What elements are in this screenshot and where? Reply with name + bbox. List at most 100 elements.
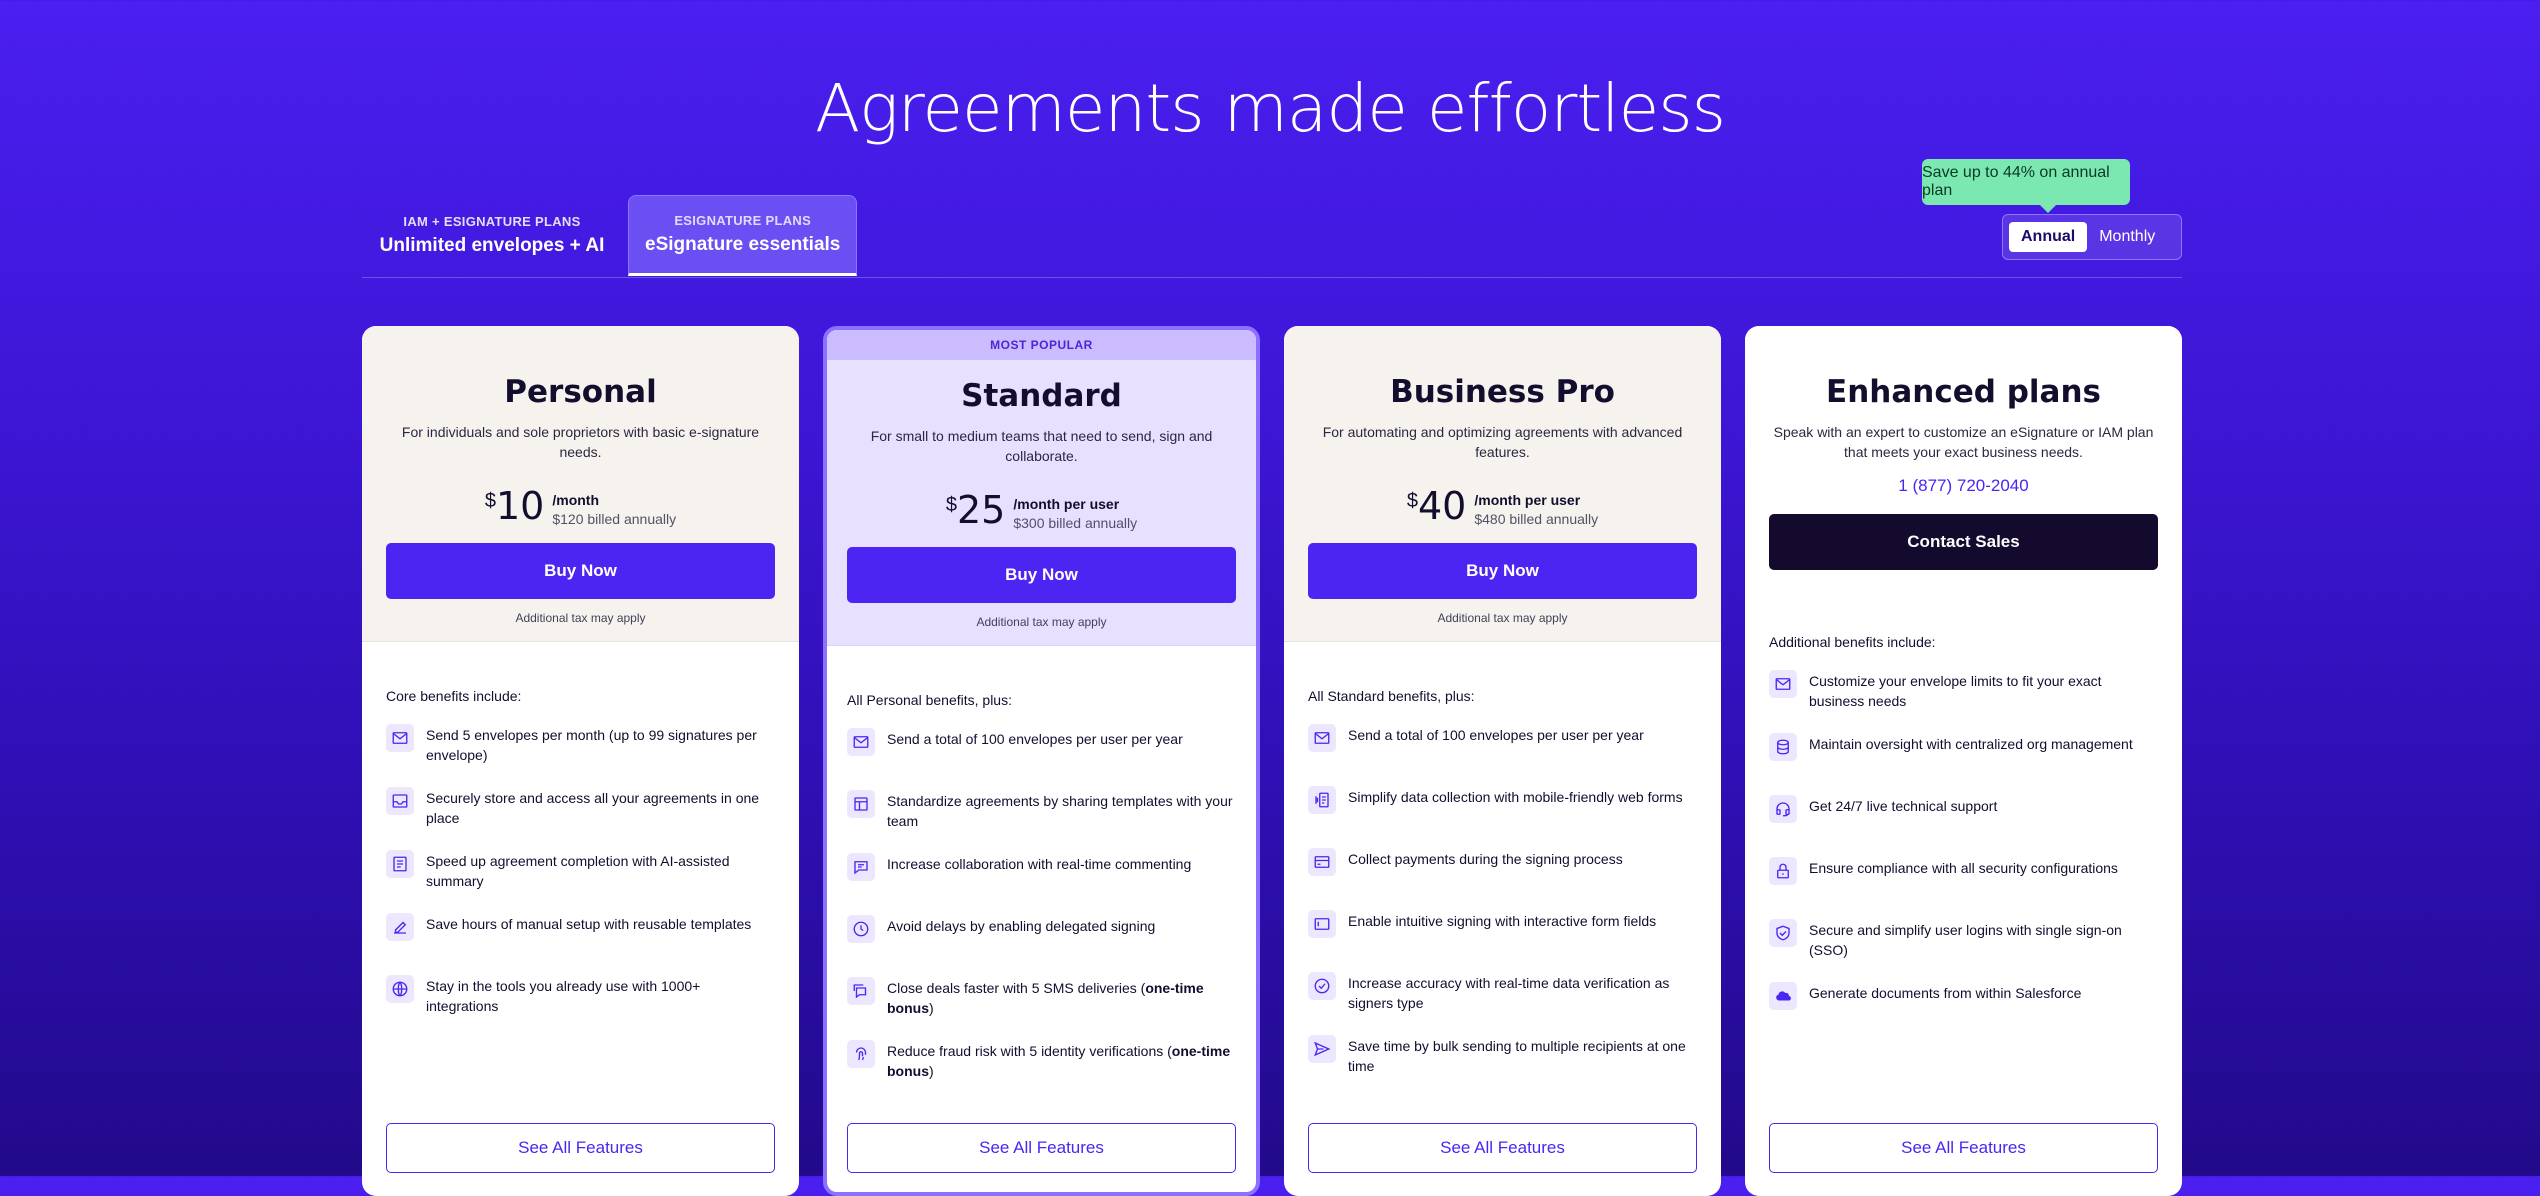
save-badge: Save up to 44% on annual plan bbox=[1922, 159, 2130, 213]
inbox-icon bbox=[386, 787, 414, 815]
tab-esignature[interactable]: ESIGNATURE PLANS eSignature essentials bbox=[628, 195, 858, 276]
database-icon bbox=[1769, 733, 1797, 761]
benefit-item: Stay in the tools you already use with 1… bbox=[386, 975, 775, 1016]
envelope-icon bbox=[1308, 724, 1336, 752]
benefit-text: Standardize agreements by sharing templa… bbox=[887, 793, 1233, 829]
tab-sub-label: ESIGNATURE PLANS bbox=[674, 213, 812, 228]
price-currency: $ bbox=[484, 490, 496, 512]
benefit-item: Get 24/7 live technical support bbox=[1769, 795, 2158, 835]
lock-icon bbox=[1769, 857, 1797, 885]
most-popular-badge: MOST POPULAR bbox=[827, 330, 1256, 360]
benefit-item: Ensure compliance with all security conf… bbox=[1769, 857, 2158, 897]
envelope-icon bbox=[847, 728, 875, 756]
comment-icon bbox=[847, 853, 875, 881]
clock-icon bbox=[847, 915, 875, 943]
benefit-item: Send 5 envelopes per month (up to 99 sig… bbox=[386, 724, 775, 765]
benefit-text: Get 24/7 live technical support bbox=[1809, 798, 1998, 814]
page-title: Agreements made effortless bbox=[814, 70, 1726, 147]
benefits-heading: All Personal benefits, plus: bbox=[847, 692, 1012, 708]
benefits-list: All Personal benefits, plus: Send a tota… bbox=[827, 646, 1256, 1081]
benefit-text: Collect payments during the signing proc… bbox=[1348, 851, 1623, 867]
send-icon bbox=[1308, 1035, 1336, 1063]
salesforce-cloud-icon bbox=[1769, 982, 1797, 1010]
plan-name: Business Pro bbox=[1390, 374, 1615, 410]
tab-iam-esignature[interactable]: IAM + ESIGNATURE PLANS Unlimited envelop… bbox=[362, 195, 622, 275]
fingerprint-icon bbox=[847, 1040, 875, 1068]
plan-price: $ 25 /month per user $300 billed annuall… bbox=[827, 490, 1256, 531]
price-period: /month per user bbox=[1013, 496, 1120, 512]
see-all-features-button[interactable]: See All Features bbox=[847, 1123, 1236, 1173]
price-period: /month bbox=[552, 492, 600, 508]
tab-main-label: eSignature essentials bbox=[645, 234, 841, 255]
tabs-divider bbox=[362, 277, 2182, 278]
envelope-icon bbox=[386, 724, 414, 752]
contact-sales-button[interactable]: Contact Sales bbox=[1769, 514, 2158, 570]
benefit-text: Stay in the tools you already use with 1… bbox=[426, 978, 701, 1014]
benefit-text: Securely store and access all your agree… bbox=[426, 790, 760, 826]
benefit-text: Simplify data collection with mobile-fri… bbox=[1348, 789, 1683, 805]
see-all-features-button[interactable]: See All Features bbox=[1769, 1123, 2158, 1173]
plan-description: For small to medium teams that need to s… bbox=[870, 428, 1213, 464]
benefit-item: Increase accuracy with real-time data ve… bbox=[1308, 972, 1697, 1013]
benefit-text: Save time by bulk sending to multiple re… bbox=[1348, 1038, 1686, 1074]
headset-icon bbox=[1769, 795, 1797, 823]
benefit-item: Avoid delays by enabling delegated signi… bbox=[847, 915, 1236, 955]
benefits-heading: All Standard benefits, plus: bbox=[1308, 688, 1475, 704]
envelope-icon bbox=[1769, 670, 1797, 698]
benefit-text: Enable intuitive signing with interactiv… bbox=[1348, 913, 1657, 929]
benefits-list: Core benefits include: Send 5 envelopes … bbox=[362, 642, 799, 1016]
plan-description: Speak with an expert to customize an eSi… bbox=[1773, 424, 2154, 460]
monthly-option[interactable]: Monthly bbox=[2087, 222, 2167, 252]
price-currency: $ bbox=[1406, 490, 1418, 512]
buy-now-button[interactable]: Buy Now bbox=[1308, 543, 1697, 599]
plan-name: Personal bbox=[504, 374, 657, 410]
benefit-item: Secure and simplify user logins with sin… bbox=[1769, 919, 2158, 960]
price-amount: 10 bbox=[496, 484, 545, 528]
plan-name: Standard bbox=[961, 378, 1122, 414]
benefit-text: Avoid delays by enabling delegated signi… bbox=[887, 918, 1156, 934]
plan-card-standard: MOST POPULAR Standard For small to mediu… bbox=[823, 326, 1260, 1196]
sms-icon bbox=[847, 977, 875, 1005]
benefit-item: Simplify data collection with mobile-fri… bbox=[1308, 786, 1697, 826]
benefit-text: Increase accuracy with real-time data ve… bbox=[1348, 975, 1670, 1011]
benefit-item: Reduce fraud risk with 5 identity verifi… bbox=[847, 1040, 1236, 1081]
benefits-list: Additional benefits include: Customize y… bbox=[1745, 626, 2182, 1022]
payment-card-icon bbox=[1308, 848, 1336, 876]
see-all-features-button[interactable]: See All Features bbox=[386, 1123, 775, 1173]
benefit-item: Collect payments during the signing proc… bbox=[1308, 848, 1697, 888]
buy-now-button[interactable]: Buy Now bbox=[847, 547, 1236, 603]
sales-phone-link[interactable]: 1 (877) 720-2040 bbox=[1745, 476, 2182, 496]
benefit-item: Securely store and access all your agree… bbox=[386, 787, 775, 828]
benefit-text: Generate documents from within Salesforc… bbox=[1809, 985, 2082, 1001]
price-amount: 25 bbox=[957, 488, 1006, 532]
benefit-text: Increase collaboration with real-time co… bbox=[887, 856, 1192, 872]
plan-card-business-pro: Business Pro For automating and optimizi… bbox=[1284, 326, 1721, 1196]
plan-card-enhanced: Enhanced plans Speak with an expert to c… bbox=[1745, 326, 2182, 1196]
benefit-item: Customize your envelope limits to fit yo… bbox=[1769, 670, 2158, 711]
benefits-list: All Standard benefits, plus: Send a tota… bbox=[1284, 642, 1721, 1076]
tax-note: Additional tax may apply bbox=[976, 615, 1107, 629]
check-circle-icon bbox=[1308, 972, 1336, 1000]
benefit-text: Send a total of 100 envelopes per user p… bbox=[887, 731, 1183, 747]
benefits-heading: Additional benefits include: bbox=[1769, 634, 1936, 650]
benefit-item: Save time by bulk sending to multiple re… bbox=[1308, 1035, 1697, 1076]
benefit-text: Send 5 envelopes per month (up to 99 sig… bbox=[426, 727, 757, 763]
benefit-text: Maintain oversight with centralized org … bbox=[1809, 736, 2133, 752]
buy-now-button[interactable]: Buy Now bbox=[386, 543, 775, 599]
template-icon bbox=[847, 790, 875, 818]
see-all-features-button[interactable]: See All Features bbox=[1308, 1123, 1697, 1173]
price-amount: 40 bbox=[1418, 484, 1467, 528]
plan-type-tabs: IAM + ESIGNATURE PLANS Unlimited envelop… bbox=[362, 195, 858, 276]
benefit-text: Speed up agreement completion with AI-as… bbox=[426, 853, 730, 889]
benefit-item: Enable intuitive signing with interactiv… bbox=[1308, 910, 1697, 950]
benefit-text: Secure and simplify user logins with sin… bbox=[1809, 922, 2122, 958]
price-billed: $480 billed annually bbox=[1474, 511, 1599, 527]
annual-option[interactable]: Annual bbox=[2009, 222, 2088, 252]
price-period: /month per user bbox=[1474, 492, 1581, 508]
price-billed: $300 billed annually bbox=[1013, 515, 1138, 531]
summary-icon bbox=[386, 850, 414, 878]
benefit-item: Maintain oversight with centralized org … bbox=[1769, 733, 2158, 773]
plan-price: $ 40 /month per user $480 billed annuall… bbox=[1284, 486, 1721, 527]
plan-description: For individuals and sole proprietors wit… bbox=[401, 424, 760, 460]
benefits-heading: Core benefits include: bbox=[386, 688, 522, 704]
